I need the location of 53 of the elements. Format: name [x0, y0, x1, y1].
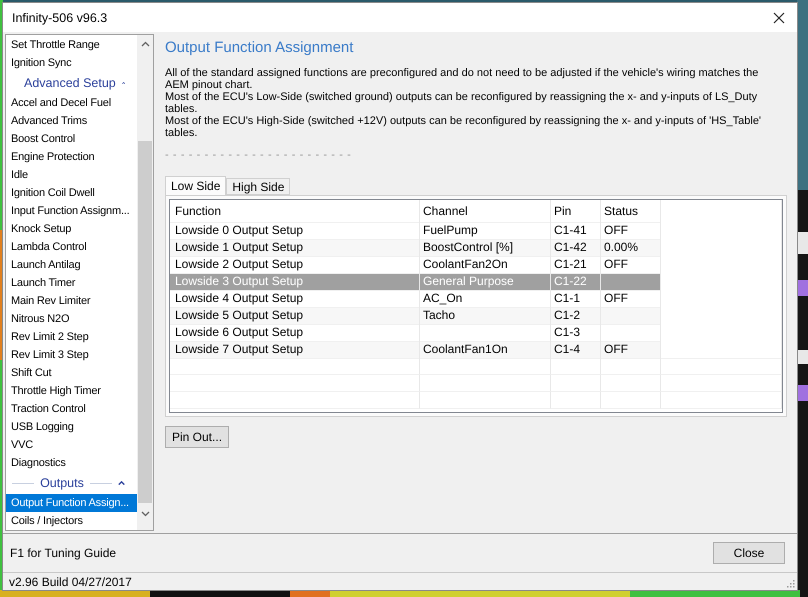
sidebar-item[interactable]: Lambda Control: [6, 238, 137, 256]
sidebar-item[interactable]: Rev Limit 2 Step: [6, 328, 137, 346]
help-hint-text: F1 for Tuning Guide: [10, 546, 116, 560]
sidebar-item[interactable]: Launch Antilag: [6, 256, 137, 274]
sidebar-item[interactable]: Accel and Decel Fuel: [6, 94, 137, 112]
sidebar-item[interactable]: Ignition Sync: [6, 54, 137, 72]
table-row[interactable]: Lowside 6 Output Setup C1-3: [170, 324, 782, 341]
description-text: All of the standard assigned functions are preconfigured and do not need to be adjusted if the vehicle's wiring matches the AEM pinout chart.: [165, 67, 760, 91]
sidebar-item[interactable]: Knock Setup: [6, 220, 137, 238]
table-row[interactable]: Lowside 4 Output Setup AC_On C1-1 OFF: [170, 290, 782, 307]
table-row[interactable]: Lowside 5 Output Setup Tacho C1-2: [170, 307, 782, 324]
close-icon: [773, 12, 785, 24]
chevron-up-icon[interactable]: [118, 480, 125, 486]
sidebar-item[interactable]: Traction Control: [6, 400, 137, 418]
table-row[interactable]: Lowside 2 Output Setup CoolantFan2On C1-21 OFF: [170, 256, 782, 273]
sidebar-item[interactable]: Ignition Coil Dwell: [6, 184, 137, 202]
dashed-divider-text: - - - - - - - - - - - - - - - - - - - - - - - -: [165, 149, 352, 161]
sidebar-item[interactable]: Rev Limit 3 Step: [6, 346, 137, 364]
sidebar-item[interactable]: Output Function Assign...: [6, 494, 137, 512]
sidebar-item[interactable]: VVC: [6, 436, 137, 454]
sidebar-item[interactable]: Nitrous N2O: [6, 310, 137, 328]
sidebar-item[interactable]: Diagnostics: [6, 454, 137, 472]
description-text: Most of the ECU's Low-Side (switched ground) outputs can be reconfigured by reassigning the x- and y-inputs of LS_Duty tables.: [165, 91, 758, 115]
sidebar-item[interactable]: Idle: [6, 166, 137, 184]
chevron-down-icon[interactable]: [140, 511, 150, 517]
page-heading: Output Function Assignment: [165, 39, 354, 58]
sidebar-item[interactable]: Input Function Assignm...: [6, 202, 137, 220]
version-text: v2.96 Build 04/27/2017: [9, 574, 132, 588]
close-dialog-button[interactable]: Close: [713, 542, 785, 564]
sidebar-item[interactable]: Coils / Injectors: [6, 512, 137, 530]
sidebar-item[interactable]: Shift Cut: [6, 364, 137, 382]
sidebar-item[interactable]: Set Throttle Range: [6, 36, 137, 54]
scrollbar[interactable]: [137, 35, 153, 530]
chevron-up-icon[interactable]: [140, 41, 150, 47]
tab[interactable]: High Side: [226, 178, 290, 195]
tab[interactable]: Low Side: [165, 176, 226, 195]
window-title: Infinity-506 v96.3: [12, 10, 108, 24]
sidebar-item[interactable]: Boost Control: [6, 130, 137, 148]
table-row[interactable]: Lowside 0 Output Setup FuelPump C1-41 OFF: [170, 222, 782, 239]
sidebar-item[interactable]: USB Logging: [6, 418, 137, 436]
table-row[interactable]: Lowside 1 Output Setup BoostControl [%] C1-42 0.00%: [170, 239, 782, 256]
sidebar-item[interactable]: Advanced Trims: [6, 112, 137, 130]
table-row[interactable]: Lowside 7 Output Setup CoolantFan1On C1-4 OFF: [170, 341, 782, 358]
scrollbar-thumb[interactable]: [138, 141, 152, 503]
section-header[interactable]: Outputs: [40, 476, 84, 490]
description-text: Most of the ECU's High-Side (switched +12V) outputs can be reconfigured by reassigning the x- and y-inputs of 'HS_Table' tables.: [165, 115, 762, 139]
section-header[interactable]: Advanced Setup: [24, 76, 116, 90]
sidebar-item[interactable]: Engine Protection: [6, 148, 137, 166]
sidebar-item[interactable]: Main Rev Limiter: [6, 292, 137, 310]
resize-grip-icon[interactable]: [785, 578, 795, 588]
pin-out-button[interactable]: Pin Out...: [165, 426, 230, 448]
sidebar-item[interactable]: Throttle High Timer: [6, 382, 137, 400]
sidebar-item[interactable]: Launch Timer: [6, 274, 137, 292]
